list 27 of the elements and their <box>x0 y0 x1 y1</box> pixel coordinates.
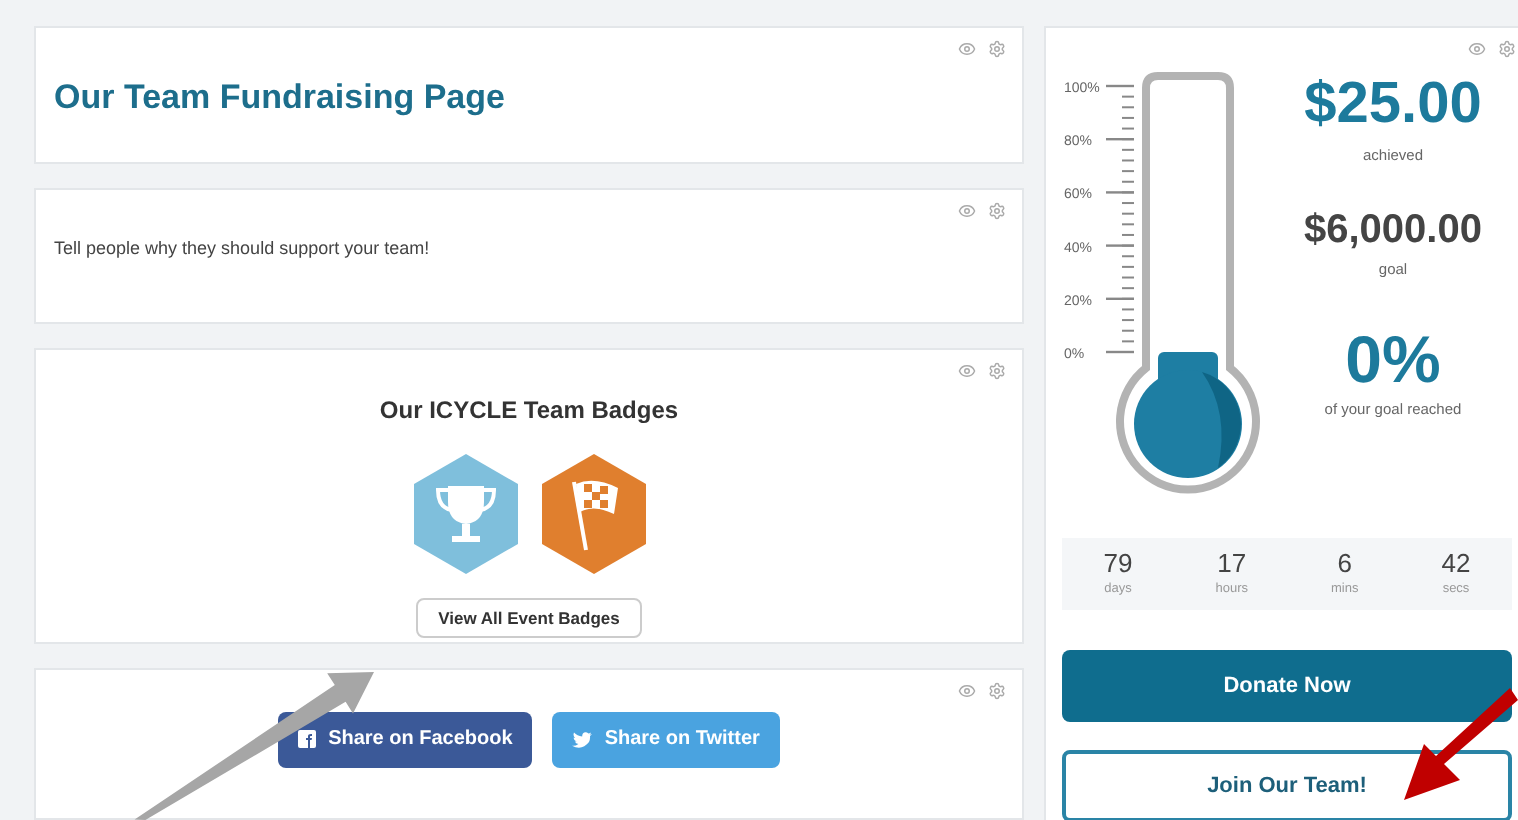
view-badges-button[interactable]: View All Event Badges <box>416 598 642 639</box>
page-title: Our Team Fundraising Page <box>54 76 507 120</box>
donate-button[interactable]: Donate Now <box>1062 650 1512 722</box>
join-team-button[interactable]: Join Our Team! <box>1062 750 1512 820</box>
facebook-icon <box>298 730 317 749</box>
goal-amount: $6,000.00 <box>1304 210 1482 251</box>
bird-icon <box>572 731 593 748</box>
visibility-icon[interactable] <box>958 40 976 58</box>
settings-icon[interactable] <box>988 40 1006 58</box>
badges-heading: Our ICYCLE Team Badges <box>379 394 679 429</box>
countdown-value: 42 <box>1441 549 1471 576</box>
story-text: Tell people why they should support your team! <box>54 235 432 262</box>
settings-icon[interactable] <box>1498 40 1516 58</box>
countdown-value: 6 <box>1337 549 1352 576</box>
visibility-icon[interactable] <box>958 201 976 220</box>
settings-icon[interactable] <box>988 201 1006 220</box>
visibility-icon[interactable] <box>958 362 976 381</box>
pointer-arrow-drawing <box>1400 688 1518 804</box>
facebook-share-button[interactable]: Share on Facebook <box>278 711 533 768</box>
visibility-icon[interactable] <box>1468 40 1486 58</box>
countdown-value: 79 <box>1103 549 1133 576</box>
settings-icon[interactable] <box>988 681 1006 700</box>
settings-icon[interactable] <box>988 362 1006 381</box>
countdown-value: 17 <box>1217 549 1247 576</box>
visibility-icon[interactable] <box>958 681 976 700</box>
percent-reached: 0% <box>1345 325 1441 391</box>
achieved-amount: $25.00 <box>1304 76 1482 134</box>
